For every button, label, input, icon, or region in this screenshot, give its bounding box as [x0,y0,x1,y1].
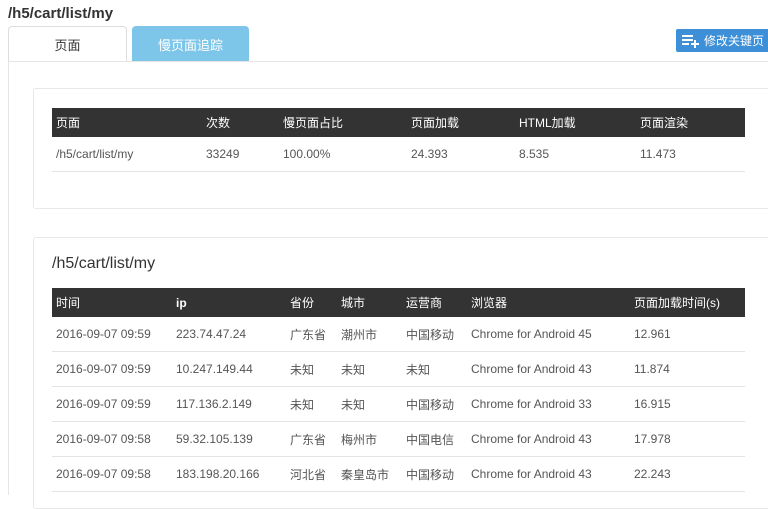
summary-table: 页面 次数 慢页面占比 页面加载 HTML加载 页面渲染 /h5/cart/li… [52,108,745,172]
cell-page: /h5/cart/list/my [52,137,202,172]
col-header-html-load: HTML加载 [515,108,636,137]
col-header-ip: ip [172,288,286,317]
page-title: /h5/cart/list/my [8,5,114,22]
col-header-page-render: 页面渲染 [636,108,745,137]
cell-carrier: 中国移动 [402,317,467,352]
cell-carrier: 中国移动 [402,456,467,492]
summary-header-row: 页面 次数 慢页面占比 页面加载 HTML加载 页面渲染 [52,108,745,137]
cell-time: 2016-09-07 09:59 [52,317,172,352]
col-header-city: 城市 [337,288,402,317]
cell-load-time: 16.915 [630,386,745,422]
cell-city: 梅州市 [337,421,402,457]
table-row[interactable]: /h5/cart/list/my 33249 100.00% 24.393 8.… [52,137,745,172]
col-header-carrier: 运营商 [402,288,467,317]
cell-ip: 117.136.2.149 [172,386,286,422]
table-row[interactable]: 2016-09-07 09:59 223.74.47.24 广东省 潮州市 中国… [52,317,745,352]
col-header-page: 页面 [52,108,202,137]
cell-browser: Chrome for Android 45 [467,317,630,352]
col-header-slow-ratio: 慢页面占比 [279,108,407,137]
cell-browser: Chrome for Android 43 [467,351,630,387]
cell-page-load: 24.393 [407,137,515,172]
cell-load-time: 11.874 [630,351,745,387]
cell-ip: 10.247.149.44 [172,351,286,387]
cell-time: 2016-09-07 09:59 [52,351,172,387]
cell-city: 秦皇岛市 [337,456,402,492]
col-header-browser: 浏览器 [467,288,630,317]
tab-page[interactable]: 页面 [8,26,127,62]
cell-carrier: 中国电信 [402,421,467,457]
table-row[interactable]: 2016-09-07 09:59 10.247.149.44 未知 未知 未知 … [52,351,745,387]
cell-time: 2016-09-07 09:58 [52,456,172,492]
cell-time: 2016-09-07 09:58 [52,421,172,457]
cell-html-load: 8.535 [515,137,636,172]
cell-load-time: 12.961 [630,317,745,352]
table-row[interactable]: 2016-09-07 09:58 59.32.105.139 广东省 梅州市 中… [52,421,745,457]
col-header-load-time: 页面加载时间(s) [630,288,745,317]
col-header-count: 次数 [202,108,279,137]
tab-slow-page-tracking[interactable]: 慢页面追踪 [132,26,249,62]
detail-header-row: 时间 ip 省份 城市 运营商 浏览器 页面加载时间(s) [52,288,745,317]
table-row[interactable]: 2016-09-07 09:59 117.136.2.149 未知 未知 中国移… [52,386,745,422]
cell-province: 未知 [286,351,337,387]
detail-table: 时间 ip 省份 城市 运营商 浏览器 页面加载时间(s) 2016-09-07… [52,288,745,492]
edit-key-pages-label: 修改关键页 [704,34,765,48]
cell-city: 未知 [337,351,402,387]
cell-carrier: 中国移动 [402,386,467,422]
cell-browser: Chrome for Android 43 [467,421,630,457]
cell-ip: 223.74.47.24 [172,317,286,352]
cell-city: 潮州市 [337,317,402,352]
cell-ip: 59.32.105.139 [172,421,286,457]
cell-browser: Chrome for Android 33 [467,386,630,422]
cell-page-render: 11.473 [636,137,745,172]
cell-load-time: 17.978 [630,421,745,457]
cell-browser: Chrome for Android 43 [467,456,630,492]
cell-province: 广东省 [286,317,337,352]
tab-page-label: 页面 [54,38,81,53]
cell-time: 2016-09-07 09:59 [52,386,172,422]
cell-carrier: 未知 [402,351,467,387]
col-header-time: 时间 [52,288,172,317]
cell-ip: 183.198.20.166 [172,456,286,492]
detail-title: /h5/cart/list/my [52,255,156,272]
cell-slow-ratio: 100.00% [279,137,407,172]
cell-load-time: 22.243 [630,456,745,492]
cell-count: 33249 [202,137,279,172]
cell-city: 未知 [337,386,402,422]
edit-key-pages-button[interactable]: 修改关键页 [676,29,768,52]
table-row[interactable]: 2016-09-07 09:58 183.198.20.166 河北省 秦皇岛市… [52,456,745,492]
cell-province: 未知 [286,386,337,422]
cell-province: 河北省 [286,456,337,492]
col-header-province: 省份 [286,288,337,317]
list-add-icon [682,34,699,48]
col-header-page-load: 页面加载 [407,108,515,137]
tab-slow-page-tracking-label: 慢页面追踪 [157,37,223,53]
cell-province: 广东省 [286,421,337,457]
